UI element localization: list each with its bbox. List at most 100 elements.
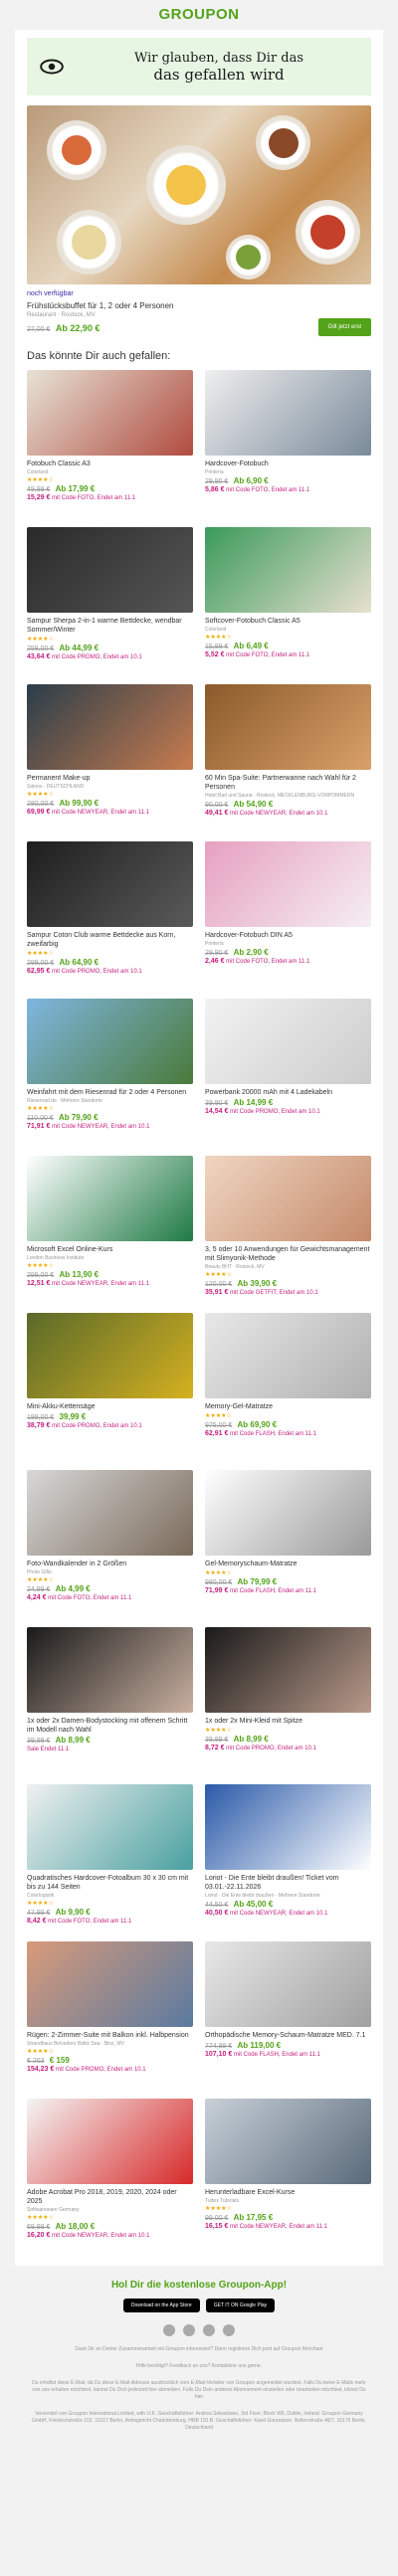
product-merchant: Salons · DEUTSCHLAND: [27, 784, 85, 790]
youtube-icon[interactable]: [223, 2324, 235, 2336]
product-image[interactable]: [205, 999, 371, 1084]
product-card[interactable]: Mini-Akku-Kettensäge 199,00 € 39,99 € 38…: [27, 1313, 193, 1470]
product-title[interactable]: Orthopädische Memory-Schaum-Matratze MED…: [205, 2031, 371, 2040]
product-card[interactable]: Permanent Make-up Salons · DEUTSCHLAND ★…: [27, 684, 193, 841]
product-card[interactable]: Hardcover-Fotobuch DIN A5 Printeria 29,9…: [205, 841, 371, 999]
featured-image[interactable]: [27, 105, 371, 284]
product-title[interactable]: Mini-Akku-Kettensäge: [27, 1402, 193, 1411]
product-title[interactable]: Weinfahrt mit dem Riesenrad für 2 oder 4…: [27, 1088, 193, 1097]
product-image[interactable]: [27, 1784, 193, 1870]
old-price: 975,00 €: [205, 1422, 233, 1429]
product-image[interactable]: [27, 1313, 193, 1398]
product-card[interactable]: Gel-Memoryschaum-Matratze ★★★★☆ 980,00 €…: [205, 1470, 371, 1627]
product-title[interactable]: Powerbank 20000 mAh mit 4 Ladekabeln: [205, 1088, 371, 1097]
product-card[interactable]: Powerbank 20000 mAh mit 4 Ladekabeln 39,…: [205, 999, 371, 1156]
product-image[interactable]: [205, 684, 371, 770]
product-title[interactable]: 1x oder 2x Mini-Kleid mit Spitze: [205, 1717, 371, 1726]
product-title[interactable]: Hardcover-Fotobuch: [205, 460, 371, 468]
product-card[interactable]: Sampur Sherpa 2-in-1 warme Bettdecke, we…: [27, 527, 193, 684]
product-title[interactable]: Permanent Make-up: [27, 774, 193, 783]
product-title[interactable]: Quadratisches Hardcover-Fotoalbum 30 x 3…: [27, 1874, 193, 1892]
featured-title[interactable]: Frühstücksbuffet für 1, 2 oder 4 Persone…: [27, 301, 371, 310]
product-title[interactable]: Memory-Gel-Matratze: [205, 1402, 371, 1411]
product-image[interactable]: [205, 1470, 371, 1556]
product-image[interactable]: [27, 370, 193, 456]
product-card[interactable]: Herunterladbare Excel-Kurse Tudex Tutori…: [205, 2099, 371, 2256]
promo-price: 107,10 €: [205, 2051, 233, 2058]
product-title[interactable]: Sampur Coton Club warme Bettdecke aus Ko…: [27, 931, 193, 949]
promo-text: mit Code NEWYEAR, Endet am 10.1: [52, 2233, 150, 2239]
product-image[interactable]: [27, 1156, 193, 1241]
product-image[interactable]: [205, 1784, 371, 1870]
old-price: 15,99 €: [205, 644, 229, 650]
product-image[interactable]: [27, 1941, 193, 2027]
promo-price: 8,72 €: [205, 1745, 225, 1751]
product-title[interactable]: Sampur Sherpa 2-in-1 warme Bettdecke, we…: [27, 617, 193, 635]
current-price: Ab 44,99 €: [59, 644, 100, 652]
product-card[interactable]: Memory-Gel-Matratze ★★★★☆ 975,00 € Ab 69…: [205, 1313, 371, 1470]
product-title[interactable]: Adobe Acrobat Pro 2018, 2019, 2020, 2024…: [27, 2188, 193, 2206]
product-card[interactable]: 60 Min Spa-Suite: Partnerwanne nach Wahl…: [205, 684, 371, 841]
product-title[interactable]: Loriot - Die Ente bleibt draußen! Ticket…: [205, 1874, 371, 1892]
product-card[interactable]: Foto-Wandkalender in 2 Größen Photo Gift…: [27, 1470, 193, 1627]
product-card[interactable]: Loriot - Die Ente bleibt draußen! Ticket…: [205, 1784, 371, 1941]
product-card[interactable]: Adobe Acrobat Pro 2018, 2019, 2020, 2024…: [27, 2099, 193, 2256]
rating-stars: ★★★★☆: [27, 2215, 54, 2221]
product-card[interactable]: 1x oder 2x Mini-Kleid mit Spitze ★★★★☆ 3…: [205, 1627, 371, 1784]
product-image[interactable]: [205, 841, 371, 927]
promo-price: 35,91 €: [205, 1289, 229, 1296]
product-image[interactable]: [27, 999, 193, 1084]
product-title[interactable]: 60 Min Spa-Suite: Partnerwanne nach Wahl…: [205, 774, 371, 792]
product-image[interactable]: [27, 841, 193, 927]
app-store-badge[interactable]: Download on the App Store: [122, 2299, 200, 2312]
product-image[interactable]: [205, 2099, 371, 2184]
promo-price: 69,99 €: [27, 809, 51, 816]
product-title[interactable]: Rügen: 2-Zimmer-Suite mit Balkon inkl. H…: [27, 2031, 193, 2040]
old-price: 47,99 €: [27, 1910, 51, 1917]
promo-code: 49,41 € mit Code NEWYEAR, Endet am 10.1: [205, 810, 371, 818]
old-price: 199,00 €: [27, 1414, 55, 1421]
product-card[interactable]: 3, 5 oder 10 Anwendungen für Gewichtsman…: [205, 1156, 371, 1313]
product-title[interactable]: 3, 5 oder 10 Anwendungen für Gewichtsman…: [205, 1245, 371, 1263]
rating-stars: ★★★★☆: [27, 1263, 54, 1269]
product-title[interactable]: Fotobuch Classic A3: [27, 460, 193, 468]
twitter-icon[interactable]: [203, 2324, 215, 2336]
product-image[interactable]: [27, 527, 193, 613]
product-image[interactable]: [205, 1941, 371, 2027]
product-card[interactable]: Hardcover-Fotobuch Printeria 29,90 € Ab …: [205, 370, 371, 527]
product-title[interactable]: Hardcover-Fotobuch DIN A5: [205, 931, 371, 940]
promo-text: mit Code PROMO, Endet am 10.1: [55, 2067, 146, 2073]
product-card[interactable]: Sampur Coton Club warme Bettdecke aus Ko…: [27, 841, 193, 999]
product-title[interactable]: Gel-Memoryschaum-Matratze: [205, 1560, 371, 1568]
product-title[interactable]: Herunterladbare Excel-Kurse: [205, 2188, 371, 2197]
product-card[interactable]: Quadratisches Hardcover-Fotoalbum 30 x 3…: [27, 1784, 193, 1941]
product-card[interactable]: Weinfahrt mit dem Riesenrad für 2 oder 4…: [27, 999, 193, 1156]
product-card[interactable]: Rügen: 2-Zimmer-Suite mit Balkon inkl. H…: [27, 1941, 193, 2099]
product-title[interactable]: Softcover-Fotobuch Classic A5: [205, 617, 371, 626]
promo-text: Sale Endet 11.1: [27, 1747, 70, 1752]
product-image[interactable]: [205, 1313, 371, 1398]
product-card[interactable]: Fotobuch Classic A3 Colorland ★★★★☆ 49,9…: [27, 370, 193, 527]
product-image[interactable]: [27, 2099, 193, 2184]
product-title[interactable]: Microsoft Excel Online-Kurs: [27, 1245, 193, 1254]
google-play-badge[interactable]: GET IT ON Google Play: [205, 2299, 276, 2312]
product-image[interactable]: [27, 1627, 193, 1713]
product-image[interactable]: [27, 1470, 193, 1556]
facebook-icon[interactable]: [163, 2324, 175, 2336]
promo-price: 154,23 €: [27, 2066, 55, 2073]
product-image[interactable]: [27, 684, 193, 770]
product-title[interactable]: Foto-Wandkalender in 2 Größen: [27, 1560, 193, 1568]
product-image[interactable]: [205, 527, 371, 613]
product-card[interactable]: Softcover-Fotobuch Classic A5 Colorland …: [205, 527, 371, 684]
product-title[interactable]: 1x oder 2x Damen-Bodystocking mit offene…: [27, 1717, 193, 1735]
featured-cta-button[interactable]: Gilt jetzt erst: [317, 318, 371, 336]
groupon-logo[interactable]: GROUPON: [0, 0, 398, 30]
promo-price: 16,15 €: [205, 2223, 229, 2230]
product-card[interactable]: Microsoft Excel Online-Kurs London Busin…: [27, 1156, 193, 1313]
product-card[interactable]: Orthopädische Memory-Schaum-Matratze MED…: [205, 1941, 371, 2099]
product-image[interactable]: [205, 1156, 371, 1241]
instagram-icon[interactable]: [183, 2324, 195, 2336]
product-image[interactable]: [205, 1627, 371, 1713]
product-image[interactable]: [205, 370, 371, 456]
product-card[interactable]: 1x oder 2x Damen-Bodystocking mit offene…: [27, 1627, 193, 1784]
